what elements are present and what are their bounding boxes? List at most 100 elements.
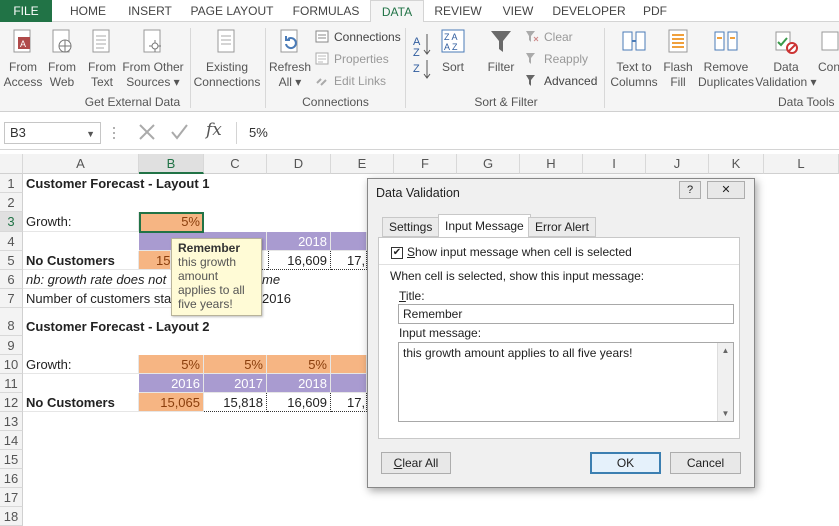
row-header[interactable]: 6 <box>0 270 23 289</box>
cell-e10[interactable] <box>331 355 367 374</box>
column-header-k[interactable]: K <box>709 154 764 174</box>
row-header[interactable]: 17 <box>0 488 23 507</box>
from-text-button[interactable]: From Text <box>83 28 121 90</box>
tab-settings[interactable]: Settings <box>382 217 440 237</box>
from-web-button[interactable]: From Web <box>43 28 81 90</box>
connections-button[interactable]: Connections <box>315 28 401 46</box>
tab-home[interactable]: HOME <box>62 0 114 22</box>
remove-duplicates-button[interactable]: Remove Duplicates <box>698 28 754 90</box>
scroll-up-icon[interactable]: ▲ <box>718 343 733 358</box>
filter-button[interactable]: Filter <box>484 28 518 75</box>
edit-links-button[interactable]: Edit Links <box>315 72 386 90</box>
tab-input-message[interactable]: Input Message <box>438 214 531 238</box>
cell-d10[interactable]: 5% <box>267 355 331 374</box>
input-message-textarea[interactable]: this growth amount applies to all five y… <box>398 342 734 422</box>
cell-d4[interactable]: 2018 <box>267 232 331 251</box>
cell-a12[interactable]: No Customers <box>23 393 139 412</box>
title-input[interactable]: Remember <box>398 304 734 324</box>
tab-error-alert[interactable]: Error Alert <box>528 217 597 237</box>
cell-d5[interactable]: 16,609 <box>267 251 331 270</box>
row-header[interactable]: 10 <box>0 355 23 374</box>
tab-file[interactable]: FILE <box>0 0 52 22</box>
from-other-sources-button[interactable]: From Other Sources ▾ <box>121 28 185 90</box>
cell-a8[interactable]: Customer Forecast - Layout 2 <box>23 317 363 336</box>
sort-button[interactable]: Z AA Z Sort <box>436 28 470 75</box>
show-input-message-checkbox[interactable]: ✔ <box>391 247 403 259</box>
column-header-h[interactable]: H <box>520 154 583 174</box>
cancel-x-icon[interactable] <box>139 124 155 140</box>
cell-a3[interactable]: Growth: <box>23 212 139 232</box>
name-box[interactable]: B3 ▼ <box>4 122 101 144</box>
tab-review[interactable]: REVIEW <box>430 0 486 22</box>
clear-filter-button[interactable]: Clear <box>525 28 573 46</box>
column-header-f[interactable]: F <box>394 154 457 174</box>
column-header-i[interactable]: I <box>583 154 646 174</box>
cell-c10[interactable]: 5% <box>204 355 267 374</box>
column-header-c[interactable]: C <box>204 154 267 174</box>
column-header-g[interactable]: G <box>457 154 520 174</box>
scroll-down-icon[interactable]: ▼ <box>718 406 733 421</box>
textarea-scrollbar[interactable]: ▲ ▼ <box>717 343 733 421</box>
row-header[interactable]: 5 <box>0 251 23 270</box>
cell-d12[interactable]: 16,609 <box>267 393 331 412</box>
cell-a10[interactable]: Growth: <box>23 355 139 374</box>
insert-function-fx-icon[interactable]: fx <box>206 120 222 140</box>
tab-formulas[interactable]: FORMULAS <box>286 0 366 22</box>
row-header[interactable]: 9 <box>0 336 23 355</box>
tab-developer[interactable]: DEVELOPER <box>548 0 630 22</box>
ok-button[interactable]: OK <box>590 452 661 474</box>
column-header-b[interactable]: B <box>139 154 204 174</box>
column-header-a[interactable]: A <box>23 154 139 174</box>
row-header[interactable]: 16 <box>0 469 23 488</box>
row-header[interactable]: 18 <box>0 507 23 526</box>
from-access-button[interactable]: A From Access <box>3 28 43 90</box>
reapply-button[interactable]: Reapply <box>525 50 588 68</box>
row-header[interactable]: 12 <box>0 393 23 412</box>
cell-b12[interactable]: 15,065 <box>139 393 204 412</box>
clear-all-button[interactable]: Clear All <box>381 452 451 474</box>
column-header-d[interactable]: D <box>267 154 331 174</box>
flash-fill-button[interactable]: Flash Fill <box>660 28 696 90</box>
cell-e12[interactable]: 17, <box>331 393 367 412</box>
tab-pdf[interactable]: PDF <box>638 0 672 22</box>
column-header-j[interactable]: J <box>646 154 709 174</box>
row-header[interactable]: 15 <box>0 450 23 469</box>
cell-c12[interactable]: 15,818 <box>204 393 267 412</box>
column-header-l[interactable]: L <box>764 154 839 174</box>
existing-connections-button[interactable]: Existing Connections <box>192 28 262 90</box>
cell-c11[interactable]: 2017 <box>204 374 267 393</box>
help-button[interactable]: ? <box>679 181 701 199</box>
sort-az-button[interactable]: AZZ <box>411 30 433 84</box>
cell-a6[interactable]: nb: growth rate does not <box>23 270 171 289</box>
consolidate-button[interactable]: Con <box>818 28 839 75</box>
cell-b10[interactable]: 5% <box>139 355 204 374</box>
cancel-button[interactable]: Cancel <box>670 452 741 474</box>
cell-a5[interactable]: No Customers <box>23 251 139 270</box>
row-header[interactable]: 11 <box>0 374 23 393</box>
cell-a1[interactable]: Customer Forecast - Layout 1 <box>23 174 363 193</box>
show-input-message-label[interactable]: Show input message when cell is selected <box>407 245 632 259</box>
tab-insert[interactable]: INSERT <box>122 0 178 22</box>
chevron-down-icon[interactable]: ▼ <box>86 124 95 144</box>
select-all-corner[interactable] <box>0 154 23 174</box>
row-header[interactable]: 13 <box>0 412 23 431</box>
row-header[interactable]: 4 <box>0 232 23 251</box>
row-header[interactable]: 2 <box>0 193 23 212</box>
row-header[interactable]: 1 <box>0 174 23 193</box>
cell-b11[interactable]: 2016 <box>139 374 204 393</box>
properties-button[interactable]: Properties <box>315 50 389 68</box>
row-header[interactable]: 8 <box>0 308 23 336</box>
close-button[interactable]: ✕ <box>707 181 745 199</box>
refresh-all-button[interactable]: Refresh All ▾ <box>268 28 312 90</box>
row-header[interactable]: 3 <box>0 212 23 232</box>
tab-view[interactable]: VIEW <box>496 0 540 22</box>
tab-data[interactable]: DATA <box>370 0 424 23</box>
cell-e4[interactable] <box>331 232 367 251</box>
column-header-e[interactable]: E <box>331 154 394 174</box>
formula-input[interactable]: 5% <box>236 122 836 144</box>
cell-b5[interactable]: 15 <box>139 251 171 270</box>
cell-e11[interactable] <box>331 374 367 393</box>
enter-check-icon[interactable] <box>171 124 188 140</box>
data-validation-button[interactable]: Data Validation ▾ <box>755 28 817 90</box>
text-to-columns-button[interactable]: Text to Columns <box>606 28 662 90</box>
